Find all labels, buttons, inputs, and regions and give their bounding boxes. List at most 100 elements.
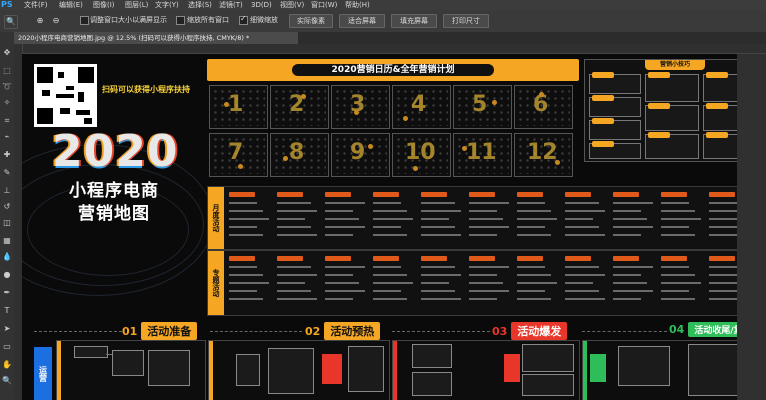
marquee-tool-icon[interactable]: ⬚ (2, 66, 12, 76)
activity-cell (323, 190, 367, 246)
fit-screen-button[interactable]: 适合屏幕 (339, 14, 385, 28)
divider (34, 331, 122, 332)
month-card: 1 (209, 85, 268, 129)
month-card: 12 (514, 133, 573, 177)
activity-cell (563, 254, 607, 310)
resize-windows-label: 调整窗口大小以满屏显示 (90, 16, 167, 24)
blur-tool-icon[interactable]: 💧 (2, 252, 12, 262)
document-tab[interactable]: 2020小程序电商营销地图.jpg @ 12.5% (扫码可以获得小程序扶持, … (14, 32, 298, 44)
activity-cell (371, 254, 415, 310)
flow-node (322, 354, 342, 384)
month-card: 5 (453, 85, 512, 129)
flow-node (74, 346, 108, 358)
activity-cell (659, 254, 703, 310)
zoom-tool-side-icon[interactable]: 🔍 (2, 376, 12, 386)
flow-node (522, 374, 574, 396)
month-card: 4 (392, 85, 451, 129)
menu-view[interactable]: 视图(V) (280, 0, 304, 10)
resize-windows-checkbox[interactable] (80, 16, 89, 25)
scrubby-zoom-checkbox[interactable] (239, 14, 248, 25)
activity-cell (611, 190, 655, 246)
activity-cell (371, 190, 415, 246)
zoom-out-icon[interactable]: ⊖ (50, 15, 62, 27)
actual-pixels-button[interactable]: 实际像素 (289, 14, 333, 28)
menu-image[interactable]: 图像(I) (93, 0, 115, 10)
flow-node (348, 346, 384, 392)
flow-node (148, 350, 190, 386)
special-activities-label: 专题活动 (208, 251, 224, 315)
lasso-tool-icon[interactable]: ➰ (2, 82, 12, 92)
scrubby-zoom-label: 细微缩放 (250, 16, 278, 24)
options-bar: 🔍 ⊕ ⊖ 调整窗口大小以满屏显示 缩放所有窗口 细微缩放 实际像素 适合屏幕 … (0, 10, 766, 33)
magic-wand-icon[interactable]: ✧ (2, 98, 12, 108)
horizontal-ruler[interactable] (22, 44, 766, 54)
phase-warmup: 02 活动预热 (305, 322, 381, 340)
activity-cell (275, 254, 319, 310)
month-card: 3 (331, 85, 390, 129)
marketing-tips-title: 营销小技巧 (645, 60, 705, 70)
path-select-icon[interactable]: ➤ (2, 324, 12, 334)
print-size-button[interactable]: 打印尺寸 (443, 14, 489, 28)
zoom-in-icon[interactable]: ⊕ (34, 15, 46, 27)
menu-filter[interactable]: 滤镜(T) (219, 0, 243, 10)
menu-type[interactable]: 文字(Y) (155, 0, 179, 10)
hand-tool-icon[interactable]: ✋ (2, 360, 12, 370)
activity-cell (659, 190, 703, 246)
photoshop-logo: PS (1, 0, 13, 9)
brush-tool-icon[interactable]: ✎ (2, 168, 12, 178)
tools-panel: ✥ ⬚ ➰ ✧ ⌗ ⌁ ✚ ✎ ⊥ ↺ ◫ ▦ 💧 ● ✒ T ➤ ▭ ✋ 🔍 (0, 32, 14, 400)
crop-tool-icon[interactable]: ⌗ (2, 116, 12, 126)
menu-edit[interactable]: 编辑(E) (59, 0, 83, 10)
move-tool-icon[interactable]: ✥ (2, 48, 12, 58)
menu-help[interactable]: 帮助(H) (345, 0, 370, 10)
healing-brush-icon[interactable]: ✚ (2, 150, 12, 160)
month-card: 10 (392, 133, 451, 177)
activity-cell (419, 254, 463, 310)
month-card: 2 (270, 85, 329, 129)
gradient-tool-icon[interactable]: ▦ (2, 236, 12, 246)
flow-node (522, 344, 574, 372)
eyedropper-icon[interactable]: ⌁ (2, 132, 12, 142)
activity-cell (275, 190, 319, 246)
menu-3d[interactable]: 3D(D) (251, 0, 272, 10)
activity-cell (611, 254, 655, 310)
zoom-tool-icon[interactable]: 🔍 (4, 15, 18, 29)
month-card: 11 (453, 133, 512, 177)
zoom-all-label: 缩放所有窗口 (187, 16, 229, 24)
activity-cell (467, 254, 511, 310)
calendar-header: 2020营销日历&全年营销计划 (207, 59, 579, 81)
poster-year: 2020 (52, 126, 179, 177)
month-card: 8 (270, 133, 329, 177)
marketing-tips-box: 营销小技巧 (584, 59, 761, 162)
activity-cell (227, 254, 271, 310)
activity-cell (467, 190, 511, 246)
shape-tool-icon[interactable]: ▭ (2, 342, 12, 352)
flow-node (504, 354, 520, 382)
history-brush-icon[interactable]: ↺ (2, 202, 12, 212)
flow-node (618, 346, 670, 386)
phase-burst: 03 活动爆发 (492, 322, 568, 340)
menu-select[interactable]: 选择(S) (188, 0, 212, 10)
pen-tool-icon[interactable]: ✒ (2, 288, 12, 298)
flow-node (236, 354, 260, 386)
activity-cell (323, 254, 367, 310)
divider (582, 331, 667, 332)
document-canvas[interactable]: 扫码可以获得小程序扶持 2020 小程序电商 营销地图 2020营销日历&全年营… (22, 54, 766, 400)
eraser-tool-icon[interactable]: ◫ (2, 218, 12, 228)
menu-layer[interactable]: 图层(L) (125, 0, 148, 10)
qr-code (34, 64, 97, 127)
calendar-title: 2020营销日历&全年营销计划 (291, 64, 495, 76)
fill-screen-button[interactable]: 填充屏幕 (391, 14, 437, 28)
month-card: 9 (331, 133, 390, 177)
menu-file[interactable]: 文件(F) (24, 0, 48, 10)
stamp-tool-icon[interactable]: ⊥ (2, 186, 12, 196)
type-tool-icon[interactable]: T (2, 306, 12, 316)
activity-cell (419, 190, 463, 246)
zoom-all-checkbox[interactable] (176, 16, 185, 25)
scan-caption: 扫码可以获得小程序扶持 (102, 85, 190, 94)
monthly-activities-label: 月度活动 (208, 187, 224, 249)
dodge-tool-icon[interactable]: ● (2, 270, 12, 280)
right-panel-dock (737, 54, 766, 400)
menu-window[interactable]: 窗口(W) (311, 0, 337, 10)
divider (210, 331, 302, 332)
